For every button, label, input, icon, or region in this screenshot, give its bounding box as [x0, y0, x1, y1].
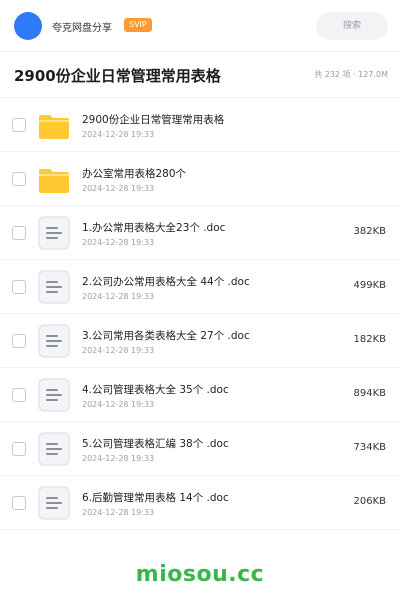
select-checkbox[interactable]	[12, 442, 26, 456]
item-size: 734KB	[353, 442, 386, 453]
item-name: 2.公司办公常用表格大全 44个 .doc	[82, 276, 250, 288]
document-icon	[38, 216, 70, 250]
document-icon	[38, 270, 70, 304]
item-name: 1.办公常用表格大全23个 .doc	[82, 222, 226, 234]
doc-icon-svg	[38, 216, 70, 250]
item-name: 4.公司管理表格大全 35个 .doc	[82, 384, 229, 396]
folder-header: 2900份企业日常管理常用表格 共 232 项 · 127.0M	[0, 52, 400, 98]
item-date: 2024-12-28 19:33	[82, 346, 155, 355]
doc-icon-svg	[38, 324, 70, 358]
item-size: 894KB	[353, 388, 386, 399]
item-size: 206KB	[353, 496, 386, 507]
page-title: 2900份企业日常管理常用表格	[14, 67, 221, 85]
file-list: 2900份企业日常管理常用表格 2024-12-28 19:33 办公室常用表格28…	[0, 98, 400, 530]
folder-icon	[38, 162, 70, 196]
item-date: 2024-12-28 19:33	[82, 292, 155, 301]
select-checkbox[interactable]	[12, 172, 26, 186]
item-size: 382KB	[353, 226, 386, 237]
item-date: 2024-12-28 19:33	[82, 400, 155, 409]
file-row[interactable]: 4.公司管理表格大全 35个 .doc 2024-12-28 19:33 894KB	[0, 368, 400, 422]
folder-icon	[38, 108, 70, 142]
item-date: 2024-12-28 19:33	[82, 184, 155, 193]
select-checkbox[interactable]	[12, 226, 26, 240]
item-date: 2024-12-28 19:33	[82, 238, 155, 247]
top-bar: 夸克网盘分享 SVIP 搜索	[0, 0, 400, 52]
select-checkbox[interactable]	[12, 496, 26, 510]
item-date: 2024-12-28 19:33	[82, 130, 155, 139]
document-icon	[38, 378, 70, 412]
file-row[interactable]: 1.办公常用表格大全23个 .doc 2024-12-28 19:33 382KB	[0, 206, 400, 260]
item-name: 6.后勤管理常用表格 14个 .doc	[82, 492, 229, 504]
folder-row[interactable]: 2900份企业日常管理常用表格 2024-12-28 19:33	[0, 98, 400, 152]
document-icon	[38, 486, 70, 520]
watermark: miosou.cc	[135, 562, 265, 587]
folder-icon-svg	[39, 169, 69, 193]
search-button[interactable]: 搜索	[316, 12, 388, 40]
document-icon	[38, 432, 70, 466]
avatar[interactable]	[14, 12, 42, 40]
select-checkbox[interactable]	[12, 280, 26, 294]
doc-icon-svg	[38, 378, 70, 412]
item-name: 办公室常用表格280个	[82, 168, 187, 180]
item-size: 499KB	[353, 280, 386, 291]
item-name: 5.公司管理表格汇编 38个 .doc	[82, 438, 229, 450]
sharer-name: 夸克网盘分享	[52, 23, 112, 34]
file-row[interactable]: 3.公司常用各类表格大全 27个 .doc 2024-12-28 19:33 182…	[0, 314, 400, 368]
item-name: 3.公司常用各类表格大全 27个 .doc	[82, 330, 250, 342]
folder-meta: 共 232 项 · 127.0M	[314, 70, 388, 79]
doc-icon-svg	[38, 486, 70, 520]
document-icon	[38, 324, 70, 358]
doc-icon-svg	[38, 432, 70, 466]
item-date: 2024-12-28 19:33	[82, 508, 155, 517]
folder-icon-svg	[39, 115, 69, 139]
folder-row[interactable]: 办公室常用表格280个 2024-12-28 19:33	[0, 152, 400, 206]
select-checkbox[interactable]	[12, 334, 26, 348]
file-row[interactable]: 6.后勤管理常用表格 14个 .doc 2024-12-28 19:33 206KB	[0, 476, 400, 530]
svip-badge: SVIP	[124, 18, 152, 32]
item-name: 2900份企业日常管理常用表格	[82, 114, 225, 126]
file-row[interactable]: 5.公司管理表格汇编 38个 .doc 2024-12-28 19:33 734KB	[0, 422, 400, 476]
item-size: 182KB	[353, 334, 386, 345]
select-checkbox[interactable]	[12, 118, 26, 132]
file-row[interactable]: 2.公司办公常用表格大全 44个 .doc 2024-12-28 19:33 499…	[0, 260, 400, 314]
item-date: 2024-12-28 19:33	[82, 454, 155, 463]
doc-icon-svg	[38, 270, 70, 304]
select-checkbox[interactable]	[12, 388, 26, 402]
